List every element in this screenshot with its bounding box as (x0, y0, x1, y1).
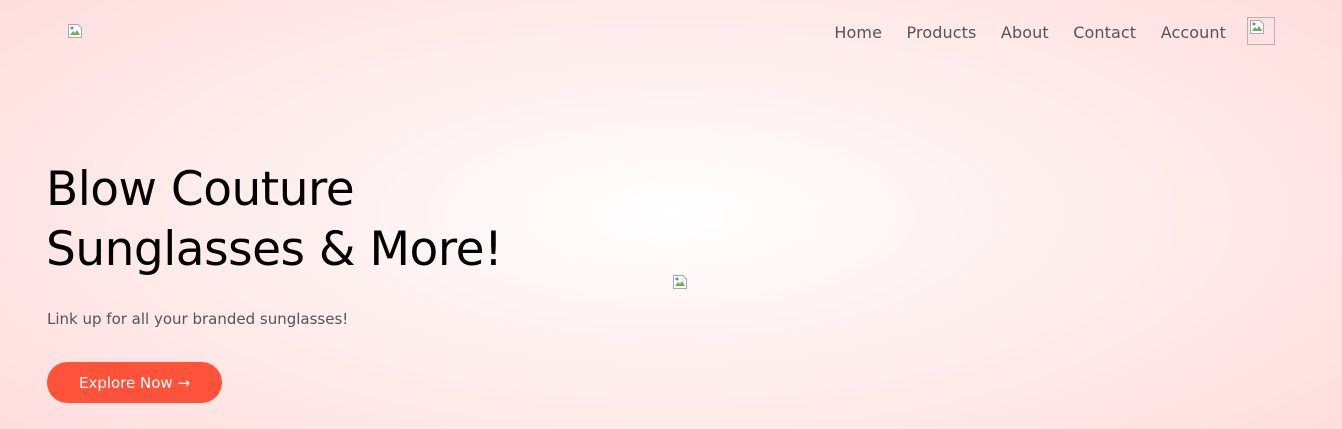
hero-title: Blow Couture Sunglasses & More! (46, 160, 503, 280)
logo-broken-image-icon[interactable] (67, 23, 83, 39)
nav-link-contact[interactable]: Contact (1073, 23, 1136, 42)
cart-button[interactable] (1247, 17, 1275, 45)
nav-link-home[interactable]: Home (834, 23, 882, 42)
nav-link-account[interactable]: Account (1161, 23, 1226, 42)
explore-now-button[interactable]: Explore Now → (47, 362, 222, 403)
nav-link-about[interactable]: About (1001, 23, 1049, 42)
hero-subtitle: Link up for all your branded sunglasses! (47, 310, 349, 328)
hero-title-line-2: Sunglasses & More! (46, 222, 503, 277)
hero-broken-image-icon (672, 274, 688, 290)
nav-link-products[interactable]: Products (907, 23, 977, 42)
navbar: Home Products About Contact Account (0, 0, 1342, 64)
cart-broken-image-icon (1249, 19, 1265, 35)
nav-links: Home Products About Contact Account (834, 20, 1226, 44)
hero-title-line-1: Blow Couture (46, 162, 355, 217)
